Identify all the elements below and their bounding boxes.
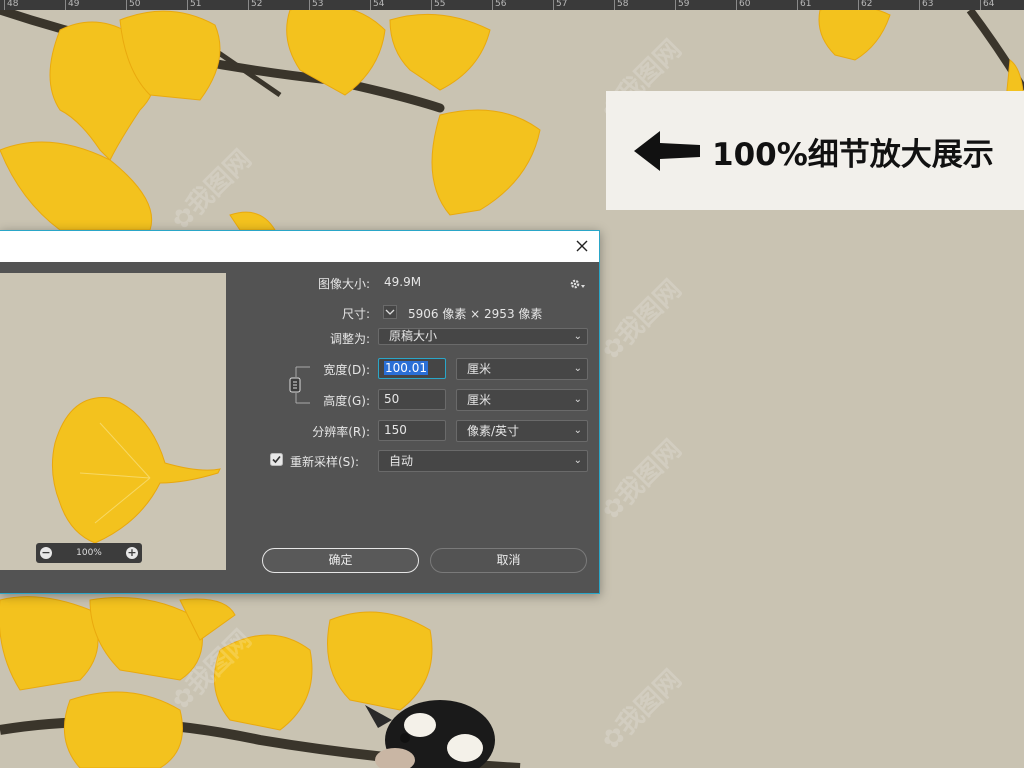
zoom-in-icon[interactable]: + xyxy=(126,547,138,559)
ruler-label: 50 xyxy=(126,0,140,10)
resolution-input[interactable]: 150 xyxy=(378,420,446,441)
ruler-label: 54 xyxy=(370,0,384,10)
zoom-out-icon[interactable]: − xyxy=(40,547,52,559)
ruler-label: 57 xyxy=(553,0,567,10)
chevron-down-icon: ⌄ xyxy=(573,394,582,405)
height-unit: 厘米 xyxy=(467,393,492,407)
resolution-value: 150 xyxy=(384,423,407,437)
image-size-value: 49.9M xyxy=(384,275,422,289)
width-value: 100.01 xyxy=(384,361,428,375)
gear-icon[interactable] xyxy=(568,277,586,291)
height-label: 高度(G): xyxy=(323,394,370,408)
resample-label: 重新采样(S): xyxy=(290,455,360,469)
close-icon[interactable] xyxy=(573,237,591,255)
ruler-label: 49 xyxy=(65,0,79,10)
ruler-label: 58 xyxy=(614,0,628,10)
image-size-dialog: − 100% + 图像大小: 49.9M 尺寸: 5906 像素 × 2953 … xyxy=(0,230,600,594)
ruler-label: 51 xyxy=(187,0,201,10)
resample-checkbox[interactable] xyxy=(270,453,283,466)
dimensions-value: 5906 像素 × 2953 像素 xyxy=(408,307,543,321)
ruler-label: 64 xyxy=(980,0,994,10)
fit-to-label: 调整为: xyxy=(329,332,370,346)
chevron-down-icon: ⌄ xyxy=(573,363,582,374)
height-unit-select[interactable]: 厘米 ⌄ xyxy=(456,389,588,411)
ruler-label: 60 xyxy=(736,0,750,10)
ruler-label: 53 xyxy=(309,0,323,10)
resolution-unit-select[interactable]: 像素/英寸 ⌄ xyxy=(456,420,588,442)
detail-banner: 100%细节放大展示 xyxy=(606,91,1024,210)
cancel-button[interactable]: 取消 xyxy=(430,548,587,573)
ruler-label: 48 xyxy=(4,0,18,10)
chevron-down-icon: ⌄ xyxy=(573,425,582,436)
ruler-label: 62 xyxy=(858,0,872,10)
height-input[interactable]: 50 xyxy=(378,389,446,410)
ruler-label: 59 xyxy=(675,0,689,10)
zoom-level: 100% xyxy=(76,548,102,558)
resolution-label: 分辨率(R): xyxy=(312,425,370,439)
zoom-control: − 100% + xyxy=(36,543,142,563)
ruler-label: 63 xyxy=(919,0,933,10)
horizontal-ruler[interactable]: 48 49 50 51 52 53 54 55 56 57 58 59 60 6… xyxy=(0,0,1024,10)
ruler-label: 56 xyxy=(492,0,506,10)
width-label: 宽度(D): xyxy=(323,363,370,377)
ruler-label: 55 xyxy=(431,0,445,10)
ruler-label: 52 xyxy=(248,0,262,10)
chevron-down-icon: ⌄ xyxy=(573,331,582,342)
fit-to-select[interactable]: 原稿大小 ⌄ xyxy=(378,328,588,345)
image-size-label: 图像大小: xyxy=(317,277,370,291)
fit-to-value: 原稿大小 xyxy=(389,329,438,343)
preview-leaf-image xyxy=(0,273,226,570)
dimensions-label: 尺寸: xyxy=(341,307,370,321)
resample-select[interactable]: 自动 ⌄ xyxy=(378,450,588,472)
width-input[interactable]: 100.01 xyxy=(378,358,446,379)
ok-button[interactable]: 确定 xyxy=(262,548,419,573)
arrow-left-icon xyxy=(634,131,700,171)
chevron-down-icon: ⌄ xyxy=(573,455,582,466)
resample-value: 自动 xyxy=(389,454,414,468)
resolution-unit: 像素/英寸 xyxy=(467,424,520,438)
width-unit: 厘米 xyxy=(467,362,492,376)
height-value: 50 xyxy=(384,392,400,406)
banner-title: 100%细节放大展示 xyxy=(712,137,994,173)
image-preview[interactable]: − 100% + xyxy=(0,273,226,570)
dialog-titlebar[interactable] xyxy=(0,231,599,262)
width-unit-select[interactable]: 厘米 ⌄ xyxy=(456,358,588,380)
ruler-label: 61 xyxy=(797,0,811,10)
dimensions-dropdown-icon[interactable] xyxy=(383,305,397,319)
